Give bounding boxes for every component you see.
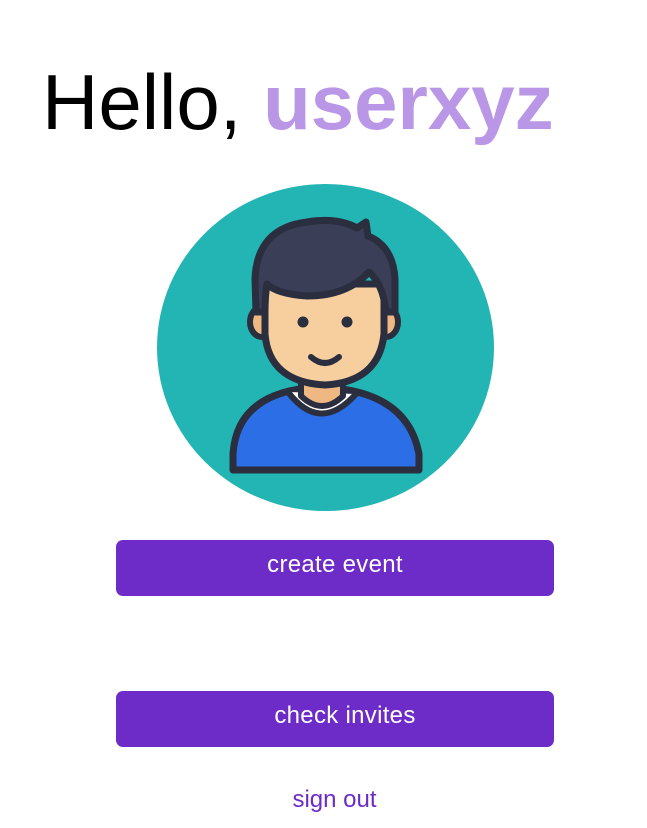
sign-out-link[interactable]: sign out — [0, 786, 647, 814]
username-label: userxyz — [263, 58, 554, 146]
user-avatar-icon — [157, 184, 494, 511]
create-event-button[interactable]: create event — [116, 540, 554, 596]
create-event-label: create event — [267, 551, 403, 578]
greeting-prefix: Hello, — [42, 58, 264, 146]
home-screen: Hello, userxyz create event check invite… — [0, 0, 647, 828]
greeting-heading: Hello, userxyz — [42, 52, 554, 152]
check-invites-label: check invites — [274, 702, 416, 729]
check-invites-button[interactable]: check invites — [116, 691, 554, 747]
